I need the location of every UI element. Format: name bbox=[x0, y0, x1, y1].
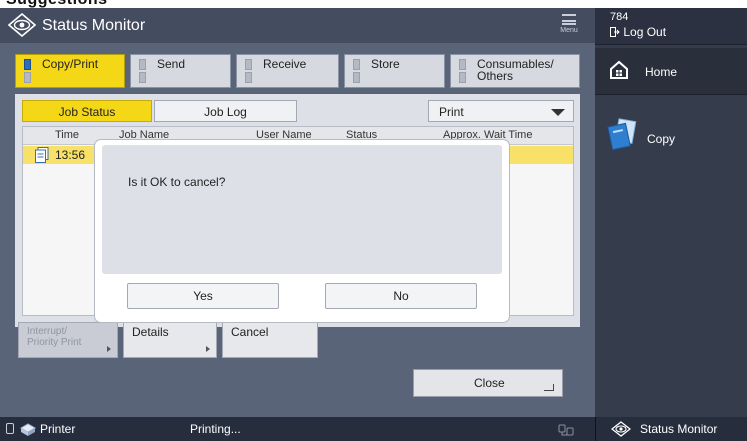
confirm-dialog: Is it OK to cancel? Yes No bbox=[95, 140, 509, 322]
dialog-message: Is it OK to cancel? bbox=[128, 175, 226, 189]
no-button[interactable]: No bbox=[325, 283, 477, 309]
dialog-message-area: Is it OK to cancel? bbox=[102, 145, 502, 274]
modal-overlay: Is it OK to cancel? Yes No bbox=[0, 0, 747, 441]
yes-button[interactable]: Yes bbox=[127, 283, 279, 309]
